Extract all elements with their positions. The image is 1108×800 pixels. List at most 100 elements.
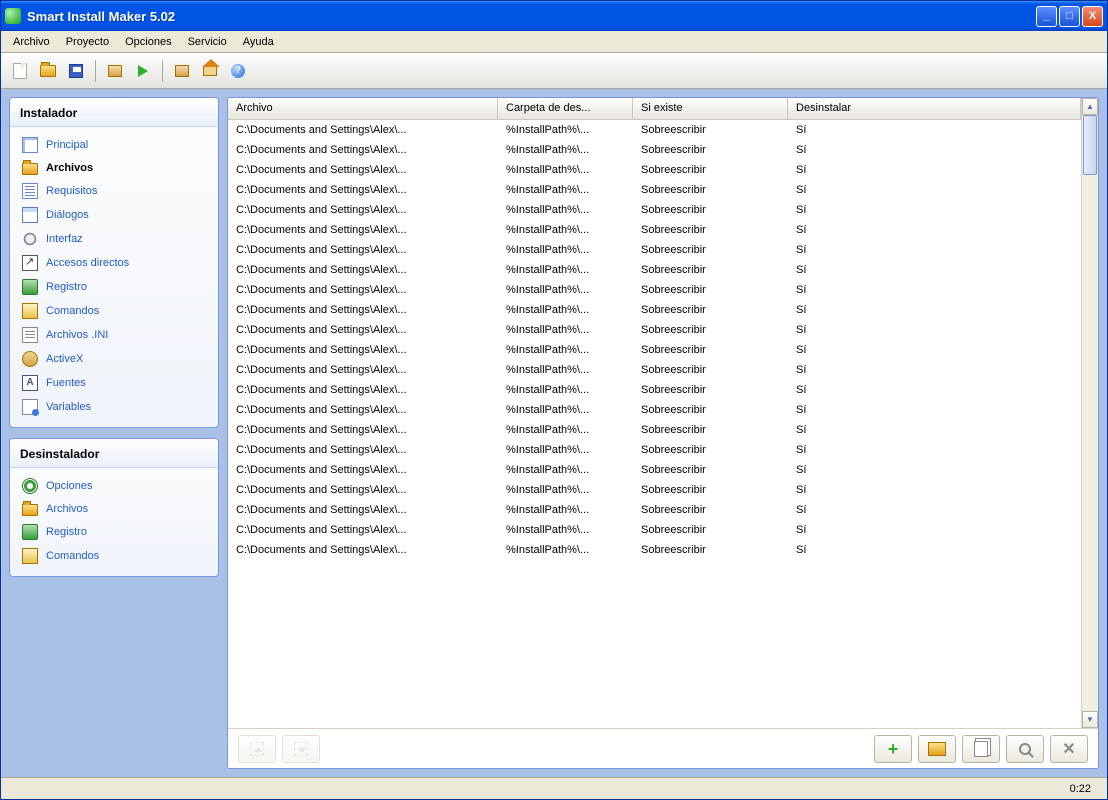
installer-item-registro[interactable]: Registro — [14, 275, 214, 299]
open-button[interactable] — [35, 58, 61, 84]
close-button[interactable]: X — [1082, 6, 1103, 27]
nav-item-label: Diálogos — [46, 209, 89, 221]
plus-icon: + — [888, 742, 899, 756]
maximize-button[interactable]: □ — [1059, 6, 1080, 27]
uninstaller-item-archivos[interactable]: Archivos — [14, 498, 214, 520]
build-button[interactable] — [102, 58, 128, 84]
table-row[interactable]: C:\Documents and Settings\Alex\...%Insta… — [228, 420, 1081, 440]
scroll-up-button[interactable]: ▲ — [1082, 98, 1098, 115]
col-desinstalar[interactable]: Desinstalar — [788, 98, 1081, 119]
scroll-down-button[interactable]: ▼ — [1082, 711, 1098, 728]
installer-item-activex[interactable]: ActiveX — [14, 347, 214, 371]
menu-opciones[interactable]: Opciones — [117, 33, 179, 51]
table-row[interactable]: C:\Documents and Settings\Alex\...%Insta… — [228, 220, 1081, 240]
arrow-up-icon — [250, 742, 264, 756]
move-down-button[interactable] — [282, 735, 320, 763]
installer-item-comandos[interactable]: Comandos — [14, 299, 214, 323]
add-folder-button[interactable] — [918, 735, 956, 763]
vertical-scrollbar[interactable]: ▲ ▼ — [1081, 98, 1098, 728]
cell-archivo: C:\Documents and Settings\Alex\... — [228, 382, 498, 398]
table-row[interactable]: C:\Documents and Settings\Alex\...%Insta… — [228, 200, 1081, 220]
table-row[interactable]: C:\Documents and Settings\Alex\...%Insta… — [228, 480, 1081, 500]
table-row[interactable]: C:\Documents and Settings\Alex\...%Insta… — [228, 500, 1081, 520]
installer-item-interfaz[interactable]: Interfaz — [14, 227, 214, 251]
add-button[interactable]: + — [874, 735, 912, 763]
table-row[interactable]: C:\Documents and Settings\Alex\...%Insta… — [228, 520, 1081, 540]
nav-item-label: Principal — [46, 139, 88, 151]
uninstaller-item-comandos[interactable]: Comandos — [14, 544, 214, 568]
cell-archivo: C:\Documents and Settings\Alex\... — [228, 422, 498, 438]
table-row[interactable]: C:\Documents and Settings\Alex\...%Insta… — [228, 140, 1081, 160]
menu-ayuda[interactable]: Ayuda — [235, 33, 282, 51]
installer-item-archivos[interactable]: Archivos — [14, 157, 214, 179]
col-archivo[interactable]: Archivo — [228, 98, 498, 119]
table-row[interactable]: C:\Documents and Settings\Alex\...%Insta… — [228, 180, 1081, 200]
installer-items: Principal ArchivosRequisitos Diálogos Inter… — [10, 127, 218, 427]
run-button[interactable] — [130, 58, 156, 84]
uninstaller-item-opciones[interactable]: Opciones — [14, 474, 214, 498]
app-icon — [5, 8, 21, 24]
cell-siexiste: Sobreescribir — [633, 442, 788, 458]
cell-carpeta: %InstallPath%\... — [498, 442, 633, 458]
table-row[interactable]: C:\Documents and Settings\Alex\...%Insta… — [228, 120, 1081, 140]
table-row[interactable]: C:\Documents and Settings\Alex\...%Insta… — [228, 280, 1081, 300]
cell-carpeta: %InstallPath%\... — [498, 362, 633, 378]
table-row[interactable]: C:\Documents and Settings\Alex\...%Insta… — [228, 400, 1081, 420]
installer-item-accesos-directos[interactable]: Accesos directos — [14, 251, 214, 275]
scroll-thumb[interactable] — [1083, 115, 1097, 175]
scroll-track[interactable] — [1082, 115, 1098, 711]
table-row[interactable]: C:\Documents and Settings\Alex\...%Insta… — [228, 540, 1081, 560]
uninstaller-item-registro[interactable]: Registro — [14, 520, 214, 544]
cell-siexiste: Sobreescribir — [633, 142, 788, 158]
minimize-button[interactable]: _ — [1036, 6, 1057, 27]
installer-item-archivos-ini[interactable]: Archivos .INI — [14, 323, 214, 347]
nav-item-label: Archivos .INI — [46, 329, 108, 341]
table-row[interactable]: C:\Documents and Settings\Alex\...%Insta… — [228, 460, 1081, 480]
cell-desinstalar: Sí — [788, 162, 1081, 178]
table-body: C:\Documents and Settings\Alex\...%Insta… — [228, 120, 1081, 560]
installer-item-variables[interactable]: Variables — [14, 395, 214, 419]
table-row[interactable]: C:\Documents and Settings\Alex\...%Insta… — [228, 260, 1081, 280]
table-row[interactable]: C:\Documents and Settings\Alex\...%Insta… — [228, 160, 1081, 180]
cell-desinstalar: Sí — [788, 322, 1081, 338]
delete-button[interactable]: ✕ — [1050, 735, 1088, 763]
cell-desinstalar: Sí — [788, 482, 1081, 498]
installer-item-fuentes[interactable]: AFuentes — [14, 371, 214, 395]
help-button[interactable]: ? — [225, 58, 251, 84]
cell-archivo: C:\Documents and Settings\Alex\... — [228, 262, 498, 278]
cell-carpeta: %InstallPath%\... — [498, 222, 633, 238]
search-button[interactable] — [1006, 735, 1044, 763]
new-button[interactable] — [7, 58, 33, 84]
col-carpeta[interactable]: Carpeta de des... — [498, 98, 633, 119]
table-row[interactable]: C:\Documents and Settings\Alex\...%Insta… — [228, 360, 1081, 380]
nav-item-label: Comandos — [46, 305, 99, 317]
menu-servicio[interactable]: Servicio — [180, 33, 235, 51]
options-button[interactable] — [169, 58, 195, 84]
cell-siexiste: Sobreescribir — [633, 342, 788, 358]
cell-archivo: C:\Documents and Settings\Alex\... — [228, 342, 498, 358]
table-row[interactable]: C:\Documents and Settings\Alex\...%Insta… — [228, 440, 1081, 460]
table-row[interactable]: C:\Documents and Settings\Alex\...%Insta… — [228, 320, 1081, 340]
table-row[interactable]: C:\Documents and Settings\Alex\...%Insta… — [228, 240, 1081, 260]
table-row[interactable]: C:\Documents and Settings\Alex\...%Insta… — [228, 340, 1081, 360]
activex-icon — [22, 351, 38, 367]
installer-item-principal[interactable]: Principal — [14, 133, 214, 157]
home-button[interactable] — [197, 58, 223, 84]
cell-carpeta: %InstallPath%\... — [498, 242, 633, 258]
installer-panel-title: Instalador — [10, 98, 218, 127]
table-row[interactable]: C:\Documents and Settings\Alex\...%Insta… — [228, 300, 1081, 320]
table-row[interactable]: C:\Documents and Settings\Alex\...%Insta… — [228, 380, 1081, 400]
cell-desinstalar: Sí — [788, 262, 1081, 278]
installer-item-requisitos[interactable]: Requisitos — [14, 179, 214, 203]
col-siexiste[interactable]: Si existe — [633, 98, 788, 119]
copy-button[interactable] — [962, 735, 1000, 763]
help-icon: ? — [231, 64, 245, 78]
move-up-button[interactable] — [238, 735, 276, 763]
installer-item-di-logos[interactable]: Diálogos — [14, 203, 214, 227]
cell-archivo: C:\Documents and Settings\Alex\... — [228, 162, 498, 178]
cell-carpeta: %InstallPath%\... — [498, 482, 633, 498]
cell-siexiste: Sobreescribir — [633, 362, 788, 378]
menu-archivo[interactable]: Archivo — [5, 33, 58, 51]
save-button[interactable] — [63, 58, 89, 84]
menu-proyecto[interactable]: Proyecto — [58, 33, 117, 51]
